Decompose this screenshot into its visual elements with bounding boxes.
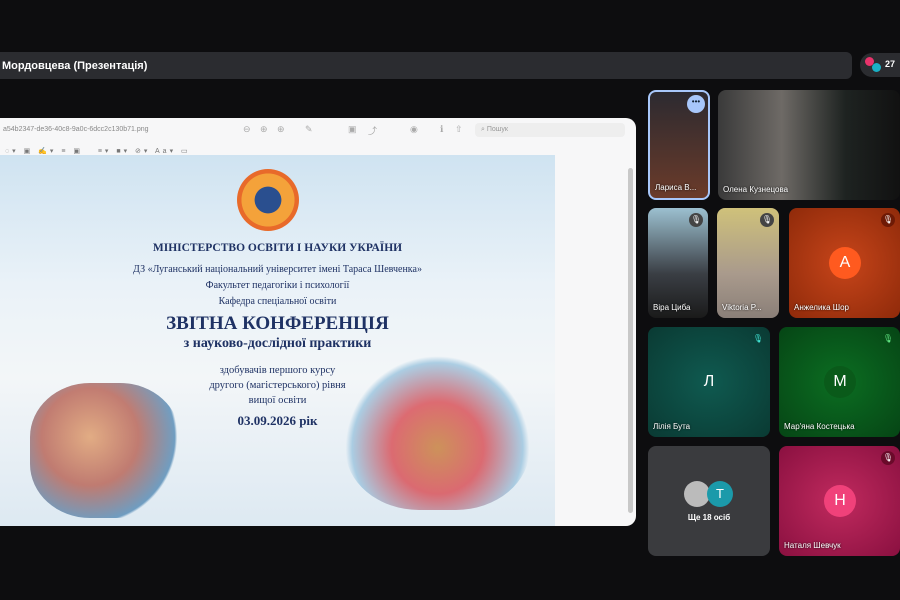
university-emblem bbox=[237, 169, 299, 231]
participant-name: Наталя Шевчук bbox=[784, 541, 841, 550]
participant-tile[interactable]: 🎙 А Анжелика Шор bbox=[789, 208, 900, 318]
avatar: М bbox=[824, 366, 856, 398]
scrollbar[interactable] bbox=[628, 168, 633, 513]
rotate-icon[interactable]: ⤴ bbox=[368, 124, 377, 137]
slide-ministry: МІНІСТЕРСТВО ОСВІТИ І НАУКИ УКРАЇНИ bbox=[152, 242, 403, 254]
crop-icon[interactable]: ▣ bbox=[348, 124, 357, 135]
avatar: Т bbox=[707, 481, 733, 507]
mic-off-icon: 🎙 bbox=[760, 213, 774, 227]
participant-tile[interactable]: Олена Кузнецова bbox=[718, 90, 900, 200]
participants-button[interactable]: 27 bbox=[860, 53, 900, 77]
participant-tile[interactable]: 🎙 Viktoria P... bbox=[717, 208, 779, 318]
participant-name: Мар'яна Костецька bbox=[784, 422, 855, 431]
participant-tile[interactable]: ••• Лариса В... bbox=[648, 90, 710, 200]
search-placeholder: Пошук bbox=[486, 126, 508, 133]
avatar: А bbox=[829, 247, 861, 279]
file-name: a54b2347-de36-40c8-9a0c-6dcc2c130b71.png bbox=[3, 126, 149, 133]
more-participants-label: Ще 18 осіб bbox=[687, 513, 731, 522]
participant-tile[interactable]: 🎙 Л Лілія Бута bbox=[648, 327, 770, 437]
mic-off-icon: 🎙 bbox=[689, 213, 703, 227]
participant-name: Лариса В... bbox=[655, 183, 697, 192]
teacher-child-illustration bbox=[30, 383, 180, 518]
participant-name: Олена Кузнецова bbox=[723, 185, 789, 194]
slide-department: Кафедра спеціальної освіти bbox=[218, 296, 337, 307]
more-options-icon[interactable]: ••• bbox=[687, 95, 705, 113]
markup-toggle-icon[interactable]: ◉ bbox=[410, 124, 418, 135]
zoom-fit-icon[interactable]: ⊕ bbox=[277, 124, 285, 135]
zoom-in-icon[interactable]: ⊕ bbox=[260, 124, 268, 135]
participant-name: Віра Циба bbox=[653, 303, 691, 312]
slide-image: МІНІСТЕРСТВО ОСВІТИ І НАУКИ УКРАЇНИ ДЗ «… bbox=[0, 155, 555, 526]
avatar: Л bbox=[703, 373, 715, 390]
slide-subtitle: з науково-дослідної практики bbox=[183, 336, 372, 351]
participant-name: Анжелика Шор bbox=[794, 303, 850, 312]
markup-toolbar[interactable]: ◌▾ ▣ ✍▾ ≡ ▣ ≡▾ ■▾ ⊘▾ Aa▾ ▭ bbox=[5, 147, 191, 155]
font-menu[interactable]: Aa bbox=[155, 148, 170, 155]
search-input[interactable]: ⌕ Пошук bbox=[475, 123, 625, 137]
image-viewer-window: a54b2347-de36-40c8-9a0c-6dcc2c130b71.png… bbox=[0, 118, 636, 526]
mic-off-icon: 🎙 bbox=[882, 334, 894, 343]
info-icon[interactable]: ℹ bbox=[440, 124, 443, 135]
more-participants-tile[interactable]: Т Ще 18 осіб bbox=[648, 446, 770, 556]
participant-name: Лілія Бута bbox=[653, 422, 691, 431]
markup-icon[interactable]: ✎ bbox=[305, 124, 313, 135]
zoom-out-icon[interactable]: ⊖ bbox=[243, 124, 251, 135]
participant-count: 27 bbox=[885, 59, 896, 69]
avatar: Н bbox=[824, 485, 856, 517]
presentation-title: Мордовцева (Презентація) bbox=[2, 60, 148, 72]
slide-title: ЗВІТНА КОНФЕРЕНЦІЯ bbox=[166, 313, 389, 334]
share-icon[interactable]: ⇧ bbox=[455, 124, 463, 135]
toys-illustration bbox=[345, 355, 530, 510]
mic-off-icon: 🎙 bbox=[752, 334, 764, 343]
participant-tile[interactable]: 🎙 Н Наталя Шевчук bbox=[779, 446, 900, 556]
participant-name: Viktoria P... bbox=[722, 303, 762, 312]
mic-off-icon: 🎙 bbox=[881, 213, 895, 227]
presentation-title-bar: Мордовцева (Презентація) bbox=[0, 52, 852, 79]
avatar bbox=[872, 63, 881, 72]
mic-off-icon: 🎙 bbox=[881, 451, 895, 465]
slide-university: ДЗ «Луганський національний університет … bbox=[133, 264, 422, 275]
participant-tile[interactable]: 🎙 М Мар'яна Костецька bbox=[779, 327, 900, 437]
participant-tile[interactable]: 🎙 Віра Циба bbox=[648, 208, 708, 318]
slide-faculty: Факультет педагогіки і психології bbox=[205, 280, 350, 291]
